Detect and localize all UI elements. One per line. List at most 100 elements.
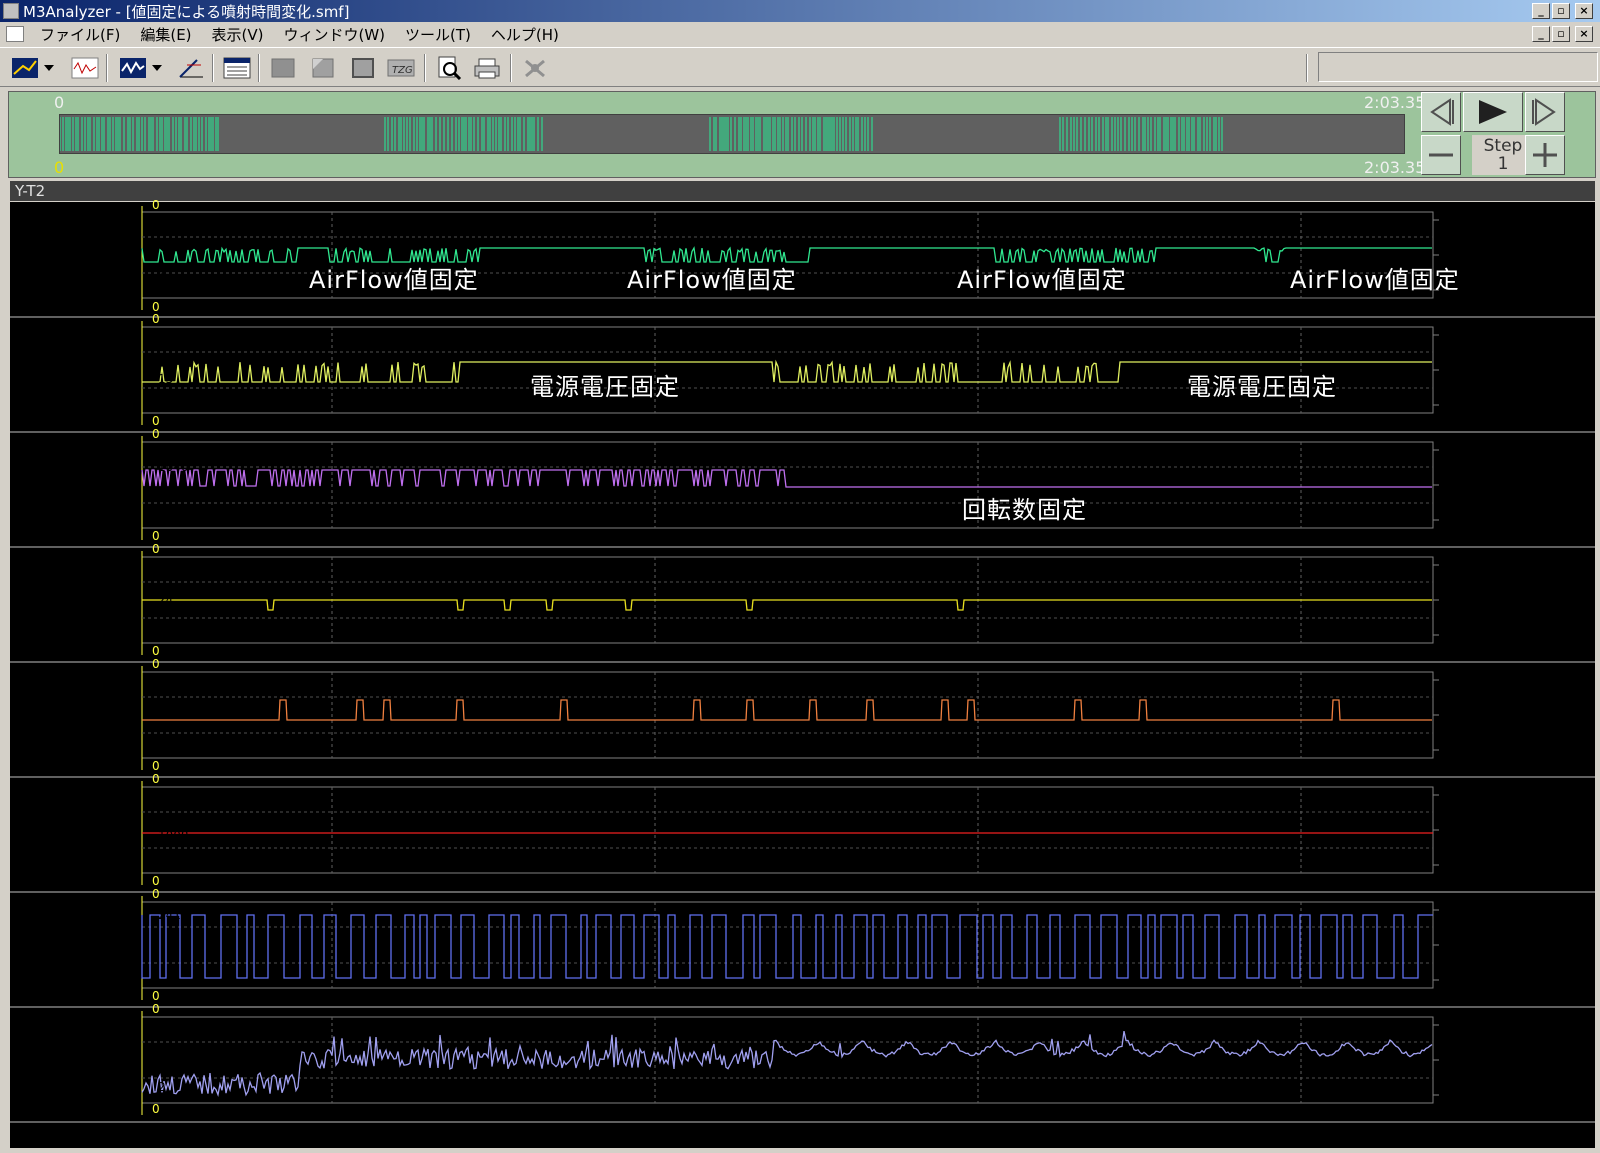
overview-waveform [59, 117, 1223, 151]
menu-view[interactable]: 表示(V) [202, 24, 274, 45]
channel-unit-pressure: [hp] [66, 800, 93, 815]
toolbar-status-box [1318, 52, 1598, 82]
dropdown-arrow-icon[interactable] [150, 54, 164, 82]
step-back-button[interactable] [1421, 92, 1461, 132]
zero-top-airflow: 0 [152, 198, 160, 212]
step-decrease-button[interactable] [1421, 135, 1461, 175]
base-value-voltage: 13 [158, 372, 174, 386]
channel-unit-airflow: [%] [68, 226, 91, 241]
zero-top-rpm: 0 [152, 427, 160, 441]
close-button[interactable]: × [1575, 3, 1593, 19]
tick-rpm-bot: 900 [1475, 514, 1498, 528]
zero-top-intake-temp: 0 [152, 542, 160, 556]
annotation-airflow-3: AirFlow値固定 [957, 266, 1127, 294]
channel-unit-o2: [] [72, 915, 83, 930]
marker-icon[interactable] [308, 54, 338, 82]
channel-unit-voltage: [V] [68, 341, 88, 356]
overview-start-2: 0 [54, 158, 65, 177]
annotation-airflow-4: AirFlow値固定 [1290, 266, 1460, 294]
child-close-button[interactable]: × [1575, 26, 1593, 42]
tick-rpm-top: 1100 [1475, 442, 1506, 456]
menu-window[interactable]: ウィンドウ(W) [274, 24, 396, 45]
svg-text:TZG: TZG [392, 65, 413, 76]
plot-frame [141, 671, 1434, 759]
step-forward-button[interactable] [1525, 92, 1565, 132]
annotation-airflow-1: AirFlow値固定 [309, 266, 479, 294]
step-increase-button[interactable] [1525, 135, 1565, 175]
base-value-pressure: 1008 [158, 829, 189, 843]
frame-icon[interactable] [348, 54, 378, 82]
tick-o2-bot: 170.0 [1475, 974, 1510, 988]
overview-start: 0 [54, 93, 65, 112]
tick-airflow-top: 26.0 [1475, 213, 1502, 227]
tick-voltage-bot: 12.9 [1475, 399, 1502, 413]
zero-bot-voltage: 0 [152, 414, 160, 428]
toolbar: TZG [0, 47, 1600, 87]
play-button[interactable] [1463, 92, 1523, 132]
tick-pressure-bot: 1000.0 [1475, 859, 1517, 873]
base-value-o2: 241 [158, 908, 181, 922]
channel-name-rpm: 回転数 [16, 445, 56, 460]
channel-name-voltage: 電源電圧 [16, 330, 69, 345]
channel-unit-injection: [ms] [66, 1030, 96, 1045]
tick-pressure-mid: 1010.0 [1475, 823, 1517, 837]
channel-name-water-temp: 水温 [16, 675, 43, 690]
zero-top-voltage: 0 [152, 312, 160, 326]
channel-name-airflow: AirFlow [16, 212, 64, 227]
tick-o2-top: 255.0 [1475, 902, 1510, 916]
plot-frame [141, 786, 1434, 874]
zero-top-injection: 0 [152, 1002, 160, 1016]
channel-trace [141, 469, 1432, 488]
disabled-tool-icon[interactable] [520, 54, 550, 82]
tick-pressure-top: 1020.0 [1475, 787, 1517, 801]
child-minimize-button[interactable]: _ [1532, 26, 1550, 42]
dropdown-arrow-icon[interactable] [42, 54, 56, 82]
table-view-icon[interactable] [222, 54, 252, 82]
overview-track[interactable] [59, 114, 1405, 154]
menu-help[interactable]: ヘルプ(H) [481, 24, 569, 45]
minimize-button[interactable]: _ [1532, 3, 1550, 19]
menu-bar: ファイル(F) 編集(E) 表示(V) ウィンドウ(W) ツール(T) ヘルプ(… [0, 22, 1600, 46]
app-icon [3, 3, 19, 19]
window-title: M3Analyzer - [値固定による噴射時間変化.smf] [23, 2, 350, 21]
waveform-icon[interactable] [70, 54, 100, 82]
menu-tools[interactable]: ツール(T) [395, 24, 481, 45]
base-value-injection: 2 [158, 1080, 166, 1094]
tick-rpm-mid: 1000 [1475, 478, 1506, 492]
annotation-voltage-1: 電源電圧固定 [530, 373, 680, 401]
menu-file[interactable]: ファイル(F) [30, 24, 130, 45]
channel-trace [142, 699, 1432, 721]
minus-icon [1429, 153, 1453, 157]
base-value-water-temp: 90 [158, 708, 174, 722]
tick-water-mid: 90.0 [1475, 708, 1502, 722]
tick-injection-bot: 2.4 [1475, 1089, 1495, 1103]
zero-bot-rpm: 0 [152, 529, 160, 543]
zero-top-o2: 0 [152, 887, 160, 901]
step-back-icon [1430, 98, 1454, 126]
yt-plot-area[interactable]: AirFlow [%] 0 0 25 26.0 25.0 24.0 AirFlo… [10, 198, 1595, 1148]
tick-injection-mid: 2.6 [1475, 1053, 1495, 1067]
print-icon[interactable] [472, 54, 502, 82]
child-restore-button[interactable]: ▫ [1552, 26, 1570, 42]
line-chart-icon[interactable] [10, 54, 40, 82]
document-icon[interactable] [6, 26, 24, 42]
gray-box-icon[interactable] [268, 54, 298, 82]
tick-airflow-bot: 24.0 [1475, 285, 1502, 299]
measure-icon[interactable] [176, 54, 206, 82]
signal-icon[interactable] [118, 54, 148, 82]
tick-injection-top: 2.8 [1475, 1017, 1495, 1031]
print-preview-icon[interactable] [434, 54, 464, 82]
restore-button[interactable]: ▫ [1552, 3, 1570, 19]
tick-voltage-mid: 13.1 [1475, 363, 1502, 377]
base-value-rpm: 1040 [158, 460, 189, 474]
channel-unit-water-temp: [℃] [66, 685, 91, 700]
plus-icon [1533, 143, 1557, 167]
tick-water-bot: 87.5 [1475, 744, 1502, 758]
overview-panel: 0 2:03.354 0 2:03.354 Step 1 [8, 91, 1596, 178]
menu-edit[interactable]: 編集(E) [130, 24, 201, 45]
text-icon[interactable]: TZG [386, 54, 416, 82]
channel-trace [142, 599, 1432, 611]
tick-voltage-top: 13.2 [1475, 327, 1502, 341]
play-icon [1479, 100, 1507, 124]
channel-name-o2: O2 [16, 901, 35, 916]
